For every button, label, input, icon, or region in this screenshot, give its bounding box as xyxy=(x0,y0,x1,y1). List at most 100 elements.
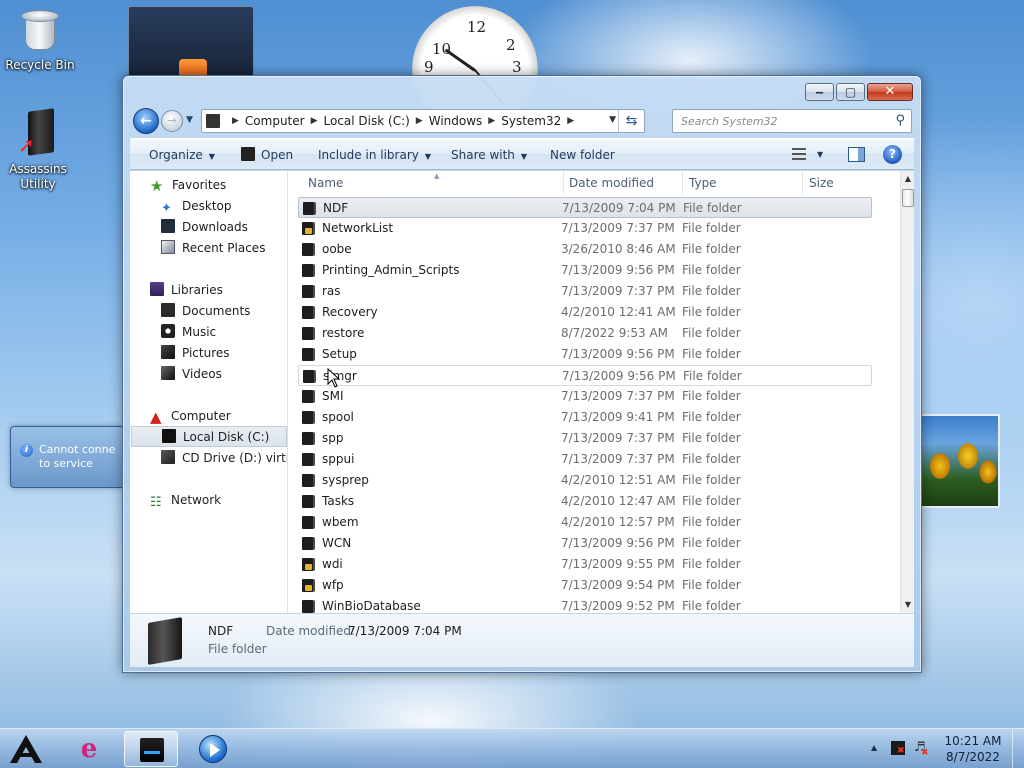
minimize-button[interactable]: ‒ xyxy=(805,83,834,101)
table-row[interactable]: Recovery 4/2/2010 12:41 AM File folder xyxy=(298,302,872,323)
nav-recent-places[interactable]: Recent Places xyxy=(161,238,265,259)
table-row[interactable]: sppui 7/13/2009 7:37 PM File folder xyxy=(298,449,872,470)
column-header-name[interactable]: Name ▲ xyxy=(302,171,564,195)
nav-pictures[interactable]: Pictures xyxy=(161,343,230,364)
new-folder-button[interactable]: New folder xyxy=(550,139,615,171)
chevron-right-icon[interactable]: ▶ xyxy=(567,116,574,126)
address-bar[interactable]: ▶ Computer ▶ Local Disk (C:) ▶ Windows ▶… xyxy=(201,109,645,133)
windows-explorer-button[interactable] xyxy=(124,731,178,767)
share-with-label: Share with xyxy=(451,148,515,162)
internet-explorer-button[interactable]: e xyxy=(64,731,114,767)
table-row[interactable]: sysprep 4/2/2010 12:51 AM File folder xyxy=(298,470,872,491)
table-row[interactable]: NDF 7/13/2009 7:04 PM File folder xyxy=(298,197,872,218)
media-player-icon xyxy=(199,735,227,763)
table-row[interactable]: WCN 7/13/2009 9:56 PM File folder xyxy=(298,533,872,554)
recycle-bin-shortcut[interactable]: Recycle Bin xyxy=(0,6,80,73)
forward-button[interactable]: → xyxy=(161,110,183,132)
chevron-right-icon[interactable]: ▶ xyxy=(232,116,239,126)
table-row[interactable]: spool 7/13/2009 9:41 PM File folder xyxy=(298,407,872,428)
open-button[interactable]: Open xyxy=(241,139,293,171)
close-button[interactable]: ✕ xyxy=(867,83,913,101)
nav-local-disk[interactable]: Local Disk (C:) xyxy=(131,426,287,447)
recent-pages-dropdown[interactable]: ▼ xyxy=(186,115,193,125)
maximize-button[interactable]: ▢ xyxy=(836,83,865,101)
file-date: 7/13/2009 9:56 PM xyxy=(561,536,675,550)
table-row[interactable]: wbem 4/2/2010 12:57 PM File folder xyxy=(298,512,872,533)
table-row[interactable]: ras 7/13/2009 7:37 PM File folder xyxy=(298,281,872,302)
chevron-down-icon: ▼ xyxy=(424,152,432,161)
breadcrumb-system32[interactable]: System32 xyxy=(501,114,561,128)
network-icon: ☷ xyxy=(150,495,162,510)
breadcrumb-computer[interactable]: Computer xyxy=(245,114,305,128)
table-row[interactable]: oobe 3/26/2010 8:46 AM File folder xyxy=(298,239,872,260)
scroll-down-icon[interactable]: ▼ xyxy=(901,597,915,613)
scroll-up-icon[interactable]: ▲ xyxy=(901,171,915,187)
locked-folder-icon xyxy=(302,222,313,235)
search-input[interactable] xyxy=(673,110,873,132)
table-row[interactable]: Tasks 4/2/2010 12:47 AM File folder xyxy=(298,491,872,512)
nav-favorites[interactable]: ★ Favorites xyxy=(150,175,226,196)
column-header-size[interactable]: Size xyxy=(803,171,883,195)
nav-cd-drive[interactable]: CD Drive (D:) virtio-w xyxy=(161,448,287,469)
scroll-thumb[interactable] xyxy=(902,189,914,207)
view-options-dropdown[interactable]: ▼ xyxy=(817,139,823,171)
show-hidden-icons-icon[interactable]: ▲ xyxy=(871,743,877,752)
taskbar-clock[interactable]: 10:21 AM 8/7/2022 xyxy=(936,733,1010,765)
table-row[interactable]: WinBioDatabase 7/13/2009 9:52 PM File fold… xyxy=(298,596,872,613)
info-icon: i xyxy=(20,444,33,457)
nav-network[interactable]: ☷ Network xyxy=(150,490,221,511)
breadcrumb-local-disk[interactable]: Local Disk (C:) xyxy=(324,114,410,128)
breadcrumb-windows[interactable]: Windows xyxy=(429,114,483,128)
assassins-utility-shortcut[interactable]: ➚ Assassins Utility xyxy=(0,108,78,192)
vertical-scrollbar[interactable]: ▲ ▼ xyxy=(900,171,914,613)
table-row[interactable]: wdi 7/13/2009 9:55 PM File folder xyxy=(298,554,872,575)
nav-desktop[interactable]: ✦ Desktop xyxy=(161,196,232,217)
include-in-library-button[interactable]: Include in library ▼ xyxy=(318,139,431,171)
nav-music[interactable]: Music xyxy=(161,322,216,343)
column-header-name-label: Name xyxy=(308,176,344,190)
nav-documents[interactable]: Documents xyxy=(161,301,250,322)
file-name: spp xyxy=(322,431,344,445)
connection-notice[interactable]: i Cannot conne to service xyxy=(10,426,130,488)
table-row[interactable]: Setup 7/13/2009 9:56 PM File folder xyxy=(298,344,872,365)
table-row[interactable]: NetworkList 7/13/2009 7:37 PM File folder xyxy=(298,218,872,239)
volume-muted-icon[interactable]: ♬ xyxy=(914,741,929,761)
address-history-dropdown[interactable]: ▼ xyxy=(609,115,616,125)
show-desktop-button[interactable] xyxy=(1012,729,1024,768)
file-type: File folder xyxy=(682,305,741,319)
table-row[interactable]: SMI 7/13/2009 7:37 PM File folder xyxy=(298,386,872,407)
nav-libraries[interactable]: Libraries xyxy=(150,280,223,301)
nav-videos[interactable]: Videos xyxy=(161,364,222,385)
chevron-right-icon[interactable]: ▶ xyxy=(488,116,495,126)
refresh-button[interactable]: ⇆ xyxy=(618,110,644,132)
file-date: 4/2/2010 12:51 AM xyxy=(561,473,676,487)
table-row[interactable]: restore 8/7/2022 9:53 AM File folder xyxy=(298,323,872,344)
change-view-icon[interactable] xyxy=(792,148,806,160)
feed-headlines-gadget[interactable] xyxy=(128,6,254,79)
chevron-right-icon[interactable]: ▶ xyxy=(311,116,318,126)
file-name: Printing_Admin_Scripts xyxy=(322,263,460,277)
share-with-button[interactable]: Share with ▼ xyxy=(451,139,527,171)
column-header-type[interactable]: Type xyxy=(683,171,803,195)
nav-downloads[interactable]: Downloads xyxy=(161,217,248,238)
media-player-button[interactable] xyxy=(186,731,236,767)
slideshow-gadget[interactable] xyxy=(920,414,1000,508)
network-status-icon[interactable] xyxy=(891,741,905,756)
chevron-right-icon[interactable]: ▶ xyxy=(416,116,423,126)
table-row[interactable]: wfp 7/13/2009 9:54 PM File folder xyxy=(298,575,872,596)
preview-pane-icon[interactable] xyxy=(848,147,865,162)
nav-computer[interactable]: ▲ Computer xyxy=(150,406,231,427)
start-button[interactable] xyxy=(4,731,48,767)
assassins-utility-label-line1: Assassins xyxy=(9,162,67,176)
help-icon[interactable]: ? xyxy=(883,145,902,164)
search-icon[interactable]: ⚲ xyxy=(895,113,905,128)
table-row[interactable]: spp 7/13/2009 7:37 PM File folder xyxy=(298,428,872,449)
folder-icon xyxy=(302,285,313,298)
back-button[interactable]: ← xyxy=(133,108,159,134)
file-date: 7/13/2009 7:37 PM xyxy=(561,389,675,403)
column-header-date[interactable]: Date modified xyxy=(563,171,683,195)
organize-button[interactable]: Organize ▼ xyxy=(149,139,215,171)
table-row[interactable]: slmgr 7/13/2009 9:56 PM File folder xyxy=(298,365,872,386)
file-type: File folder xyxy=(682,431,741,445)
table-row[interactable]: Printing_Admin_Scripts 7/13/2009 9:56 PM F… xyxy=(298,260,872,281)
